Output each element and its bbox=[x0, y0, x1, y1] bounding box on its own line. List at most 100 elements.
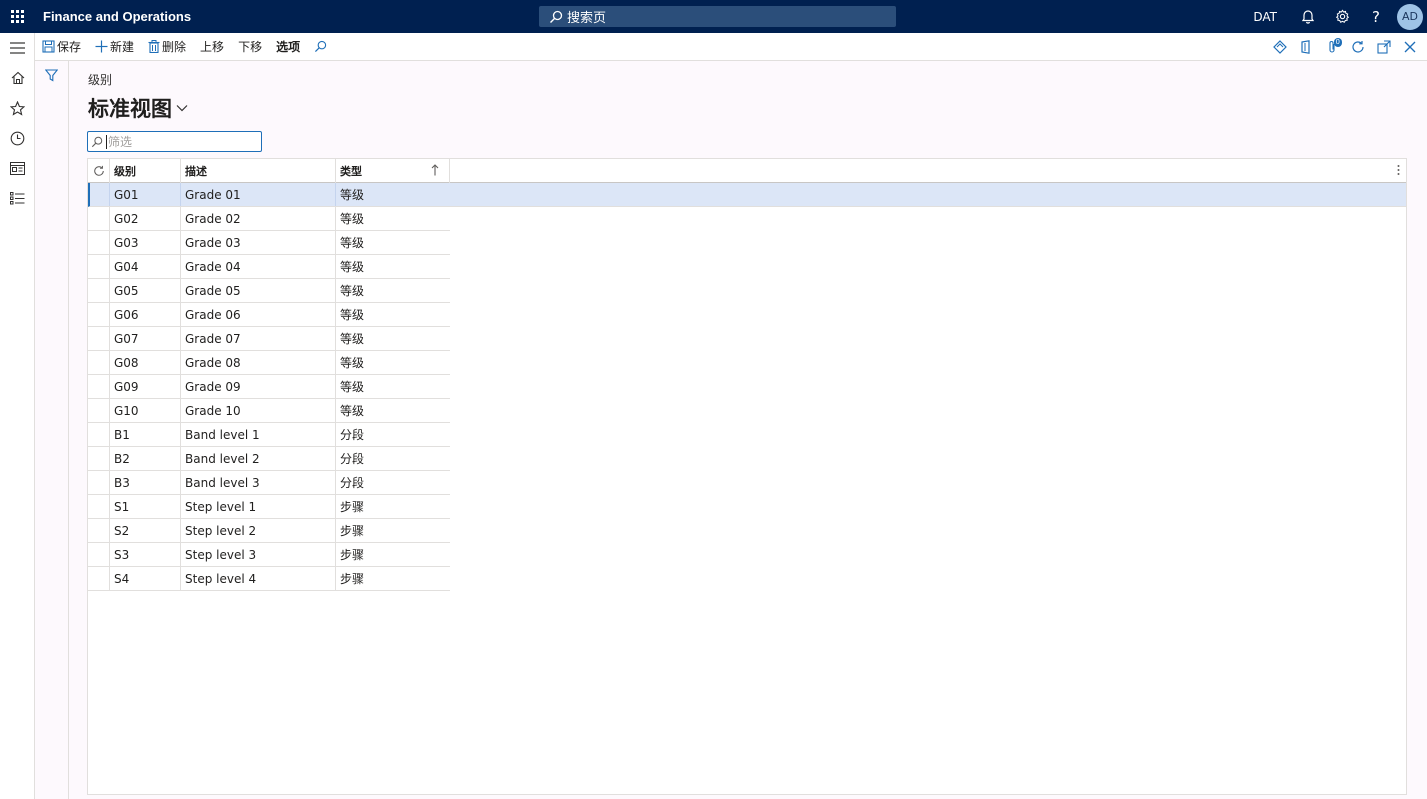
table-row[interactable]: G04 Grade 04 等级 bbox=[88, 255, 450, 279]
cell-description[interactable]: Step level 1 bbox=[181, 495, 336, 518]
table-row[interactable]: G01 Grade 01 等级 bbox=[88, 183, 1406, 207]
workspaces-icon[interactable] bbox=[0, 153, 35, 183]
row-selector[interactable] bbox=[88, 447, 110, 470]
row-selector[interactable] bbox=[88, 231, 110, 254]
power-apps-icon[interactable] bbox=[1267, 33, 1293, 61]
table-row[interactable]: S2 Step level 2 步骤 bbox=[88, 519, 450, 543]
row-selector[interactable] bbox=[88, 303, 110, 326]
table-row[interactable]: G06 Grade 06 等级 bbox=[88, 303, 450, 327]
gear-icon[interactable] bbox=[1325, 0, 1359, 33]
close-icon[interactable] bbox=[1397, 33, 1423, 61]
action-search-button[interactable] bbox=[307, 33, 336, 61]
row-selector[interactable] bbox=[88, 471, 110, 494]
cell-level[interactable]: G02 bbox=[110, 207, 181, 230]
favorites-star-icon[interactable] bbox=[0, 93, 35, 123]
cell-type[interactable]: 步骤 bbox=[336, 567, 450, 590]
cell-description[interactable]: Band level 2 bbox=[181, 447, 336, 470]
row-selector[interactable] bbox=[88, 399, 110, 422]
cell-type[interactable]: 分段 bbox=[336, 447, 450, 470]
cell-type[interactable]: 等级 bbox=[336, 327, 450, 350]
table-row[interactable]: G02 Grade 02 等级 bbox=[88, 207, 450, 231]
row-selector[interactable] bbox=[88, 423, 110, 446]
table-row[interactable]: S4 Step level 4 步骤 bbox=[88, 567, 450, 591]
table-row[interactable]: B2 Band level 2 分段 bbox=[88, 447, 450, 471]
row-selector[interactable] bbox=[88, 543, 110, 566]
cell-level[interactable]: G07 bbox=[110, 327, 181, 350]
bell-icon[interactable] bbox=[1291, 0, 1325, 33]
row-selector[interactable] bbox=[88, 519, 110, 542]
cell-level[interactable]: G10 bbox=[110, 399, 181, 422]
cell-level[interactable]: S2 bbox=[110, 519, 181, 542]
cell-type[interactable]: 等级 bbox=[336, 207, 450, 230]
recent-clock-icon[interactable] bbox=[0, 123, 35, 153]
table-row[interactable]: S3 Step level 3 步骤 bbox=[88, 543, 450, 567]
cell-description[interactable]: Step level 4 bbox=[181, 567, 336, 590]
move-up-button[interactable]: 上移 bbox=[193, 33, 231, 61]
cell-level[interactable]: G09 bbox=[110, 375, 181, 398]
row-selector[interactable] bbox=[88, 255, 110, 278]
hamburger-menu-icon[interactable] bbox=[0, 33, 35, 63]
cell-type[interactable]: 步骤 bbox=[336, 519, 450, 542]
table-row[interactable]: G09 Grade 09 等级 bbox=[88, 375, 450, 399]
cell-type[interactable]: 等级 bbox=[336, 375, 450, 398]
cell-type[interactable]: 等级 bbox=[336, 183, 450, 206]
cell-description[interactable]: Grade 05 bbox=[181, 279, 336, 302]
cell-type[interactable]: 等级 bbox=[336, 255, 450, 278]
cell-description[interactable]: Grade 04 bbox=[181, 255, 336, 278]
more-options-icon[interactable] bbox=[1397, 164, 1400, 176]
cell-type[interactable]: 等级 bbox=[336, 231, 450, 254]
cell-type[interactable]: 等级 bbox=[336, 399, 450, 422]
cell-description[interactable]: Grade 02 bbox=[181, 207, 336, 230]
row-selector[interactable] bbox=[88, 567, 110, 590]
home-icon[interactable] bbox=[0, 63, 35, 93]
cell-level[interactable]: G03 bbox=[110, 231, 181, 254]
cell-level[interactable]: S4 bbox=[110, 567, 181, 590]
office-icon[interactable] bbox=[1293, 33, 1319, 61]
cell-description[interactable]: Step level 3 bbox=[181, 543, 336, 566]
attachments-icon[interactable]: 0 bbox=[1319, 33, 1345, 61]
cell-level[interactable]: B2 bbox=[110, 447, 181, 470]
cell-type[interactable]: 等级 bbox=[336, 303, 450, 326]
quick-filter[interactable] bbox=[87, 131, 262, 152]
cell-type[interactable]: 步骤 bbox=[336, 543, 450, 566]
cell-description[interactable]: Band level 3 bbox=[181, 471, 336, 494]
cell-level[interactable]: G06 bbox=[110, 303, 181, 326]
app-launcher-icon[interactable] bbox=[0, 0, 35, 33]
cell-description[interactable]: Step level 2 bbox=[181, 519, 336, 542]
row-selector[interactable] bbox=[88, 495, 110, 518]
grid-refresh-icon[interactable] bbox=[88, 159, 110, 183]
cell-type[interactable]: 等级 bbox=[336, 279, 450, 302]
search-input[interactable]: 搜索页 bbox=[539, 6, 896, 27]
cell-type[interactable]: 等级 bbox=[336, 351, 450, 374]
cell-description[interactable]: Grade 06 bbox=[181, 303, 336, 326]
move-down-button[interactable]: 下移 bbox=[231, 33, 269, 61]
cell-description[interactable]: Grade 01 bbox=[181, 183, 336, 206]
cell-level[interactable]: S1 bbox=[110, 495, 181, 518]
row-selector[interactable] bbox=[88, 351, 110, 374]
column-header-level[interactable]: 级别 bbox=[110, 159, 181, 183]
cell-level[interactable]: B1 bbox=[110, 423, 181, 446]
new-button[interactable]: 新建 bbox=[88, 33, 141, 61]
save-button[interactable]: 保存 bbox=[35, 33, 88, 61]
modules-list-icon[interactable] bbox=[0, 183, 35, 213]
cell-type[interactable]: 分段 bbox=[336, 423, 450, 446]
table-row[interactable]: S1 Step level 1 步骤 bbox=[88, 495, 450, 519]
table-row[interactable]: G07 Grade 07 等级 bbox=[88, 327, 450, 351]
cell-level[interactable]: B3 bbox=[110, 471, 181, 494]
cell-level[interactable]: G04 bbox=[110, 255, 181, 278]
cell-description[interactable]: Grade 07 bbox=[181, 327, 336, 350]
options-tab[interactable]: 选项 bbox=[269, 33, 307, 61]
table-row[interactable]: G08 Grade 08 等级 bbox=[88, 351, 450, 375]
row-selector[interactable] bbox=[88, 207, 110, 230]
open-new-window-icon[interactable] bbox=[1371, 33, 1397, 61]
table-row[interactable]: B3 Band level 3 分段 bbox=[88, 471, 450, 495]
cell-level[interactable]: G08 bbox=[110, 351, 181, 374]
table-row[interactable]: G05 Grade 05 等级 bbox=[88, 279, 450, 303]
table-row[interactable]: G10 Grade 10 等级 bbox=[88, 399, 450, 423]
row-selector[interactable] bbox=[88, 327, 110, 350]
filter-input[interactable] bbox=[106, 134, 256, 149]
cell-level[interactable]: G05 bbox=[110, 279, 181, 302]
cell-description[interactable]: Grade 03 bbox=[181, 231, 336, 254]
cell-description[interactable]: Band level 1 bbox=[181, 423, 336, 446]
row-selector[interactable] bbox=[88, 375, 110, 398]
